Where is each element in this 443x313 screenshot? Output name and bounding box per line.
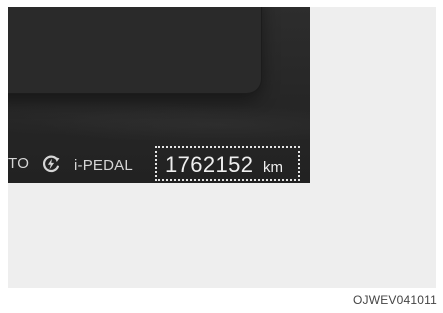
display-texture: [8, 102, 310, 140]
instrument-cluster-display: TO i-PEDAL 1762152 km: [8, 7, 310, 183]
page: TO i-PEDAL 1762152 km OJWEV041011: [0, 0, 443, 313]
regen-charge-icon: [42, 155, 60, 173]
auto-mode-text: TO: [8, 155, 30, 172]
odometer-highlight-box: 1762152 km: [155, 146, 300, 181]
figure-code-label: OJWEV041011: [352, 293, 437, 307]
i-pedal-label: i-PEDAL: [74, 157, 133, 174]
status-row: TO i-PEDAL 1762152 km: [8, 145, 310, 183]
odometer-unit: km: [263, 159, 283, 176]
odometer-value: 1762152: [165, 152, 254, 177]
display-panel: [8, 7, 261, 93]
